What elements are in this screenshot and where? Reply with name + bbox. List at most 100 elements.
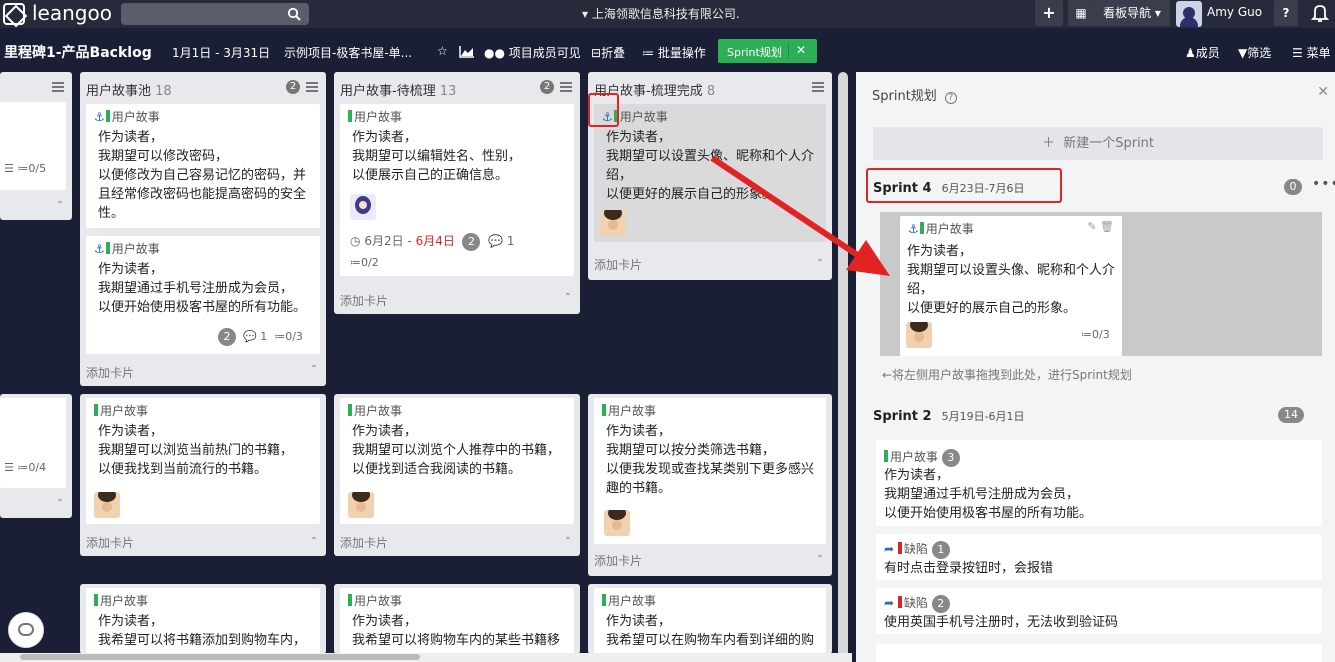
top-bar: leangoo ▾ 上海领歌信息科技有限公司. + ▦ 看板导航 ▾ Amy G… [0, 0, 1335, 28]
story-card[interactable]: 用户故事 作为读者， 我希望可以在购物车内看到详细的购 [594, 588, 826, 654]
new-sprint-button[interactable]: ＋ 新建一个Sprint [873, 127, 1323, 160]
card-type: 用户故事 3 [884, 448, 960, 467]
filter-button[interactable]: ▼筛选 [1238, 44, 1271, 61]
story-card[interactable]: ⚓ 用户故事 作为读者， 我期望通过手机号注册成为会员， 以便开始使用极客书屋的所… [86, 236, 320, 354]
lane-to-groom-row2: 用户故事 作为读者， 我期望可以浏览个人推荐中的书籍， 以便找到适合我阅读的书籍… [334, 394, 580, 556]
lane-title[interactable]: 用户故事池 18 [86, 80, 172, 99]
board-grid-icon[interactable]: ▦ [1068, 0, 1094, 26]
assignee-avatar[interactable] [94, 492, 120, 518]
lane-menu-icon[interactable] [812, 82, 824, 92]
sprint-plan-toggle[interactable]: Sprint规划 ✕ [718, 39, 817, 63]
story-card[interactable]: ⚓ 用户故事 作为读者， 我期望可以修改密码， 以便修改为自己容易记忆的密码，并 … [86, 104, 320, 228]
chat-button[interactable] [8, 612, 44, 648]
assignee-avatar[interactable] [604, 510, 630, 536]
members-button[interactable]: ♟成员 [1185, 44, 1220, 61]
user-name[interactable]: Amy Guo [1207, 5, 1262, 19]
panel-title: Sprint规划? [872, 85, 957, 104]
add-card-button[interactable]: 添加卡片 [86, 534, 134, 551]
assignee-avatar[interactable] [906, 322, 932, 348]
add-card-button[interactable]: 添加卡片 [340, 292, 388, 309]
board-scrollbar[interactable] [838, 72, 848, 662]
card-text: 作为读者， 我希望可以在购物车内看到详细的购 [606, 614, 815, 648]
collapse-icon[interactable]: ⌃ [56, 200, 64, 211]
menu-button[interactable]: ☰ 菜单 [1292, 44, 1331, 61]
sprint2-header[interactable]: Sprint 2 5月19日-6月1日 [873, 408, 1025, 424]
comment-icon: 💬 [488, 234, 504, 248]
lane-menu-icon[interactable] [52, 82, 64, 92]
bell-icon[interactable] [1310, 3, 1330, 23]
add-icon[interactable]: + [1035, 0, 1063, 26]
story-card[interactable]: 用户故事 作为读者， 我期望可以按分类筛选书籍， 以便我发现或查找某类别下更多感… [594, 398, 826, 544]
sprint-bug-card[interactable]: ➦ 缺陷 1 有时点击登录按钮时，会报错 [876, 534, 1322, 580]
help-icon[interactable]: ? [944, 92, 957, 104]
card-text: 作为读者， 我期望可以设置头像、昵称和个人介 绍， 以便更好的展示自己的形象。 [907, 244, 1116, 316]
scroll-thumb[interactable] [20, 654, 420, 660]
logo-icon[interactable] [3, 3, 25, 25]
card-text: 作为读者， 我期望可以编辑姓名、性别， 以便展示自己的正确信息。 [352, 130, 522, 183]
project-name[interactable]: 示例项目-极客书屋-单... [284, 44, 412, 61]
collapse-icon[interactable]: ⌃ [56, 498, 64, 509]
sprint-planning-panel: Sprint规划? ✕ ＋ 新建一个Sprint Sprint 4 6月23日-7… [856, 72, 1335, 662]
board-dates[interactable]: 1月1日 - 3月31日 [172, 44, 270, 61]
board-nav-button[interactable]: 看板导航 ▾ [1094, 0, 1170, 26]
assignee-avatar[interactable] [348, 492, 374, 518]
collapse-icon[interactable]: ⌃ [310, 364, 318, 375]
person-icon: ♟ [1185, 46, 1196, 60]
batch-button[interactable]: ≔ 批量操作 [642, 44, 706, 61]
visibility-button[interactable]: ●● 项目成员可见 [484, 44, 581, 61]
story-card[interactable]: ☰ ≔0/4 [0, 398, 66, 488]
add-card-button[interactable]: 添加卡片 [594, 256, 642, 273]
story-card[interactable]: 用户故事 作为读者， 我希望可以将购物车内的某些书籍移 [340, 588, 574, 654]
assignee-avatar[interactable] [600, 210, 626, 236]
sprint4-drop-zone[interactable]: ⚓ 用户故事 ✎ 🗑 作为读者， 我期望可以设置头像、昵称和个人介 绍， 以便更好… [880, 212, 1322, 356]
search-input[interactable] [121, 3, 309, 25]
story-card-dragging[interactable]: ⚓ 用户故事 作为读者， 我期望可以设置头像、昵称和个人介 绍， 以便更好的展示自… [594, 104, 826, 242]
add-card-button[interactable]: 添加卡片 [594, 552, 642, 569]
user-avatar[interactable] [1176, 1, 1202, 27]
company-selector[interactable]: ▾ 上海领歌信息科技有限公司. [582, 5, 740, 22]
chart-icon[interactable] [459, 45, 475, 58]
story-card[interactable]: ⚓ 用户故事 ✎ 🗑 作为读者， 我期望可以设置头像、昵称和个人介 绍， 以便更好… [900, 216, 1122, 356]
add-card-button[interactable]: 添加卡片 [86, 364, 134, 381]
search-icon[interactable] [287, 7, 301, 21]
lane-menu-icon[interactable] [560, 82, 572, 92]
fold-button[interactable]: ⊟折叠 [591, 44, 625, 61]
story-card[interactable]: 用户故事 作为读者， 我期望可以浏览个人推荐中的书籍， 以便找到适合我阅读的书籍… [340, 398, 574, 524]
story-card[interactable]: 用户故事 作为读者， 我希望可以将书籍添加到购物车内， [86, 588, 320, 654]
comment-badge: 2 [218, 328, 236, 346]
lane-title[interactable]: 用户故事-待梳理 13 [340, 80, 456, 99]
collapse-icon[interactable]: ⌃ [564, 536, 572, 547]
collapse-icon[interactable]: ⌃ [564, 292, 572, 303]
chat-icon [18, 623, 34, 636]
batch-label: 批量操作 [657, 46, 706, 60]
edit-icon[interactable]: ✎ 🗑 [1087, 220, 1114, 233]
lane-groomed-row2: 用户故事 作为读者， 我期望可以按分类筛选书籍， 以便我发现或查找某类别下更多感… [588, 394, 832, 576]
card-type: 用户故事 [94, 402, 148, 419]
sprint-story-card[interactable]: 用户故事 3 作为读者， 我期望通过手机号注册成为会员， 以便开始使用极客书屋的… [876, 440, 1322, 526]
sprint-story-card[interactable] [876, 644, 1322, 662]
help-button[interactable]: ? [1274, 0, 1298, 26]
close-icon[interactable]: ✕ [796, 43, 806, 57]
sprint-bug-card[interactable]: ➦ 缺陷 2 使用英国手机号注册时，无法收到验证码 [876, 588, 1322, 634]
logo-text[interactable]: leangoo [32, 1, 112, 25]
lane-row3-b: 用户故事 作为读者， 我希望可以将购物车内的某些书籍移 [334, 584, 580, 654]
collapse-icon[interactable]: ⌃ [816, 554, 824, 565]
add-card-button[interactable]: 添加卡片 [340, 534, 388, 551]
lane-story-pool: 用户故事池 18 2 ⚓ 用户故事 作为读者， 我期望可以修改密码， 以便修改为自… [80, 72, 326, 386]
anchor-icon: ⚓ [94, 110, 105, 124]
horizontal-scrollbar[interactable] [0, 653, 852, 662]
lane-story-pool-row2: 用户故事 作为读者， 我期望可以浏览当前热门的书籍， 以便我找到当前流行的书籍。… [80, 394, 326, 556]
collapse-icon[interactable]: ⌃ [816, 258, 824, 269]
story-card[interactable]: 用户故事 作为读者， 我期望可以浏览当前热门的书籍， 以便我找到当前流行的书籍。 [86, 398, 320, 524]
assignee-avatar[interactable] [350, 194, 376, 220]
story-card[interactable]: ☰ ≔0/5 [0, 102, 66, 190]
board-title[interactable]: 里程碑1-产品Backlog [4, 42, 152, 62]
card-type: 用户故事 [94, 592, 148, 609]
collapse-icon[interactable]: ⌃ [310, 536, 318, 547]
close-icon[interactable]: ✕ [1317, 84, 1329, 100]
more-icon[interactable]: ••• [1312, 176, 1335, 192]
star-icon[interactable]: ☆ [437, 44, 448, 58]
lane-menu-icon[interactable] [306, 82, 318, 92]
lane-row3: 用户故事 作为读者， 我希望可以将书籍添加到购物车内， [80, 584, 326, 654]
story-card[interactable]: 用户故事 作为读者， 我期望可以编辑姓名、性别， 以便展示自己的正确信息。 ◷ … [340, 104, 574, 276]
